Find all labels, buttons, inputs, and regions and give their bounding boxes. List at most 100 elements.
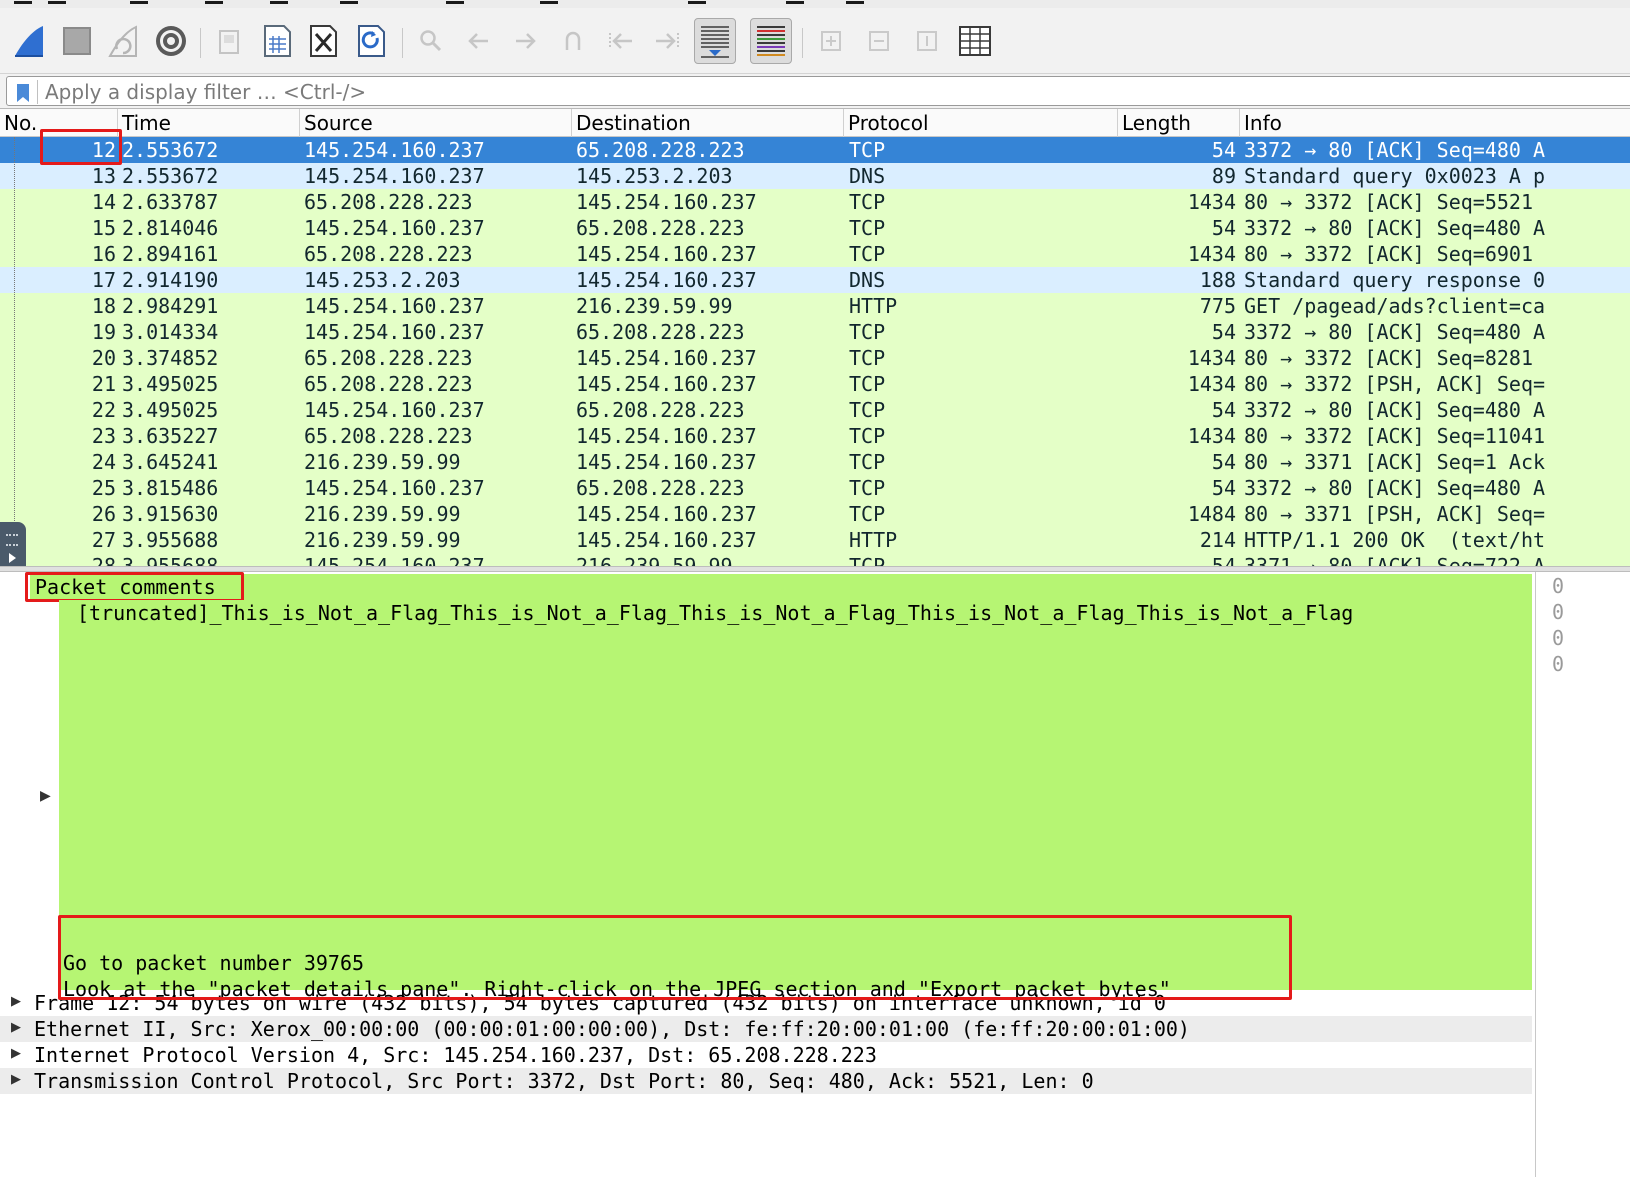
- reload-file-icon[interactable]: [350, 18, 392, 64]
- cell-info: 80 → 3372 [ACK] Seq=11041: [1244, 424, 1546, 448]
- start-capture-icon[interactable]: [8, 18, 50, 64]
- cell-info: 80 → 3372 [PSH, ACK] Seq=: [1244, 372, 1546, 396]
- cell-no: 25: [91, 476, 116, 500]
- expand-arrow-icon[interactable]: ▶: [40, 788, 51, 804]
- cell-length: 214: [1199, 528, 1236, 552]
- packet-row[interactable]: 22 3.495025 145.254.160.237 65.208.228.223 T…: [0, 397, 1630, 423]
- bookmark-icon[interactable]: [14, 82, 32, 108]
- cell-info: 80 → 3372 [ACK] Seq=5521: [1244, 190, 1533, 214]
- zoom-out-icon[interactable]: [858, 18, 900, 64]
- cell-time: 2.894161: [122, 242, 219, 266]
- cell-source: 216.239.59.99: [304, 450, 461, 474]
- packet-row[interactable]: 18 2.984291 145.254.160.237 216.239.59.99 HT…: [0, 293, 1630, 319]
- cell-protocol: TCP: [849, 424, 886, 448]
- cell-protocol: HTTP: [849, 294, 898, 318]
- cell-protocol: TCP: [849, 502, 886, 526]
- cell-protocol: TCP: [849, 476, 886, 500]
- packet-row[interactable]: 19 3.014334 145.254.160.237 65.208.228.223 T…: [0, 319, 1630, 345]
- packet-bytes-pane[interactable]: 0 0 0 0: [1535, 572, 1630, 1177]
- toolbar-separator: [200, 28, 201, 58]
- cell-time: 2.553672: [122, 138, 219, 162]
- go-to-packet-icon[interactable]: [552, 18, 594, 64]
- display-filter-input[interactable]: Apply a display filter … <Ctrl-/>: [6, 76, 1630, 106]
- packet-row[interactable]: 24 3.645241 216.239.59.99 145.254.160.237 TC…: [0, 449, 1630, 475]
- packet-row[interactable]: 17 2.914190 145.253.2.203 145.254.160.237 DN…: [0, 267, 1630, 293]
- packet-details-pane[interactable]: Packet comments ▶ [truncated]_This_is_No…: [0, 572, 1535, 1177]
- resize-columns-icon[interactable]: [954, 18, 996, 64]
- cell-time: 2.914190: [122, 268, 219, 292]
- cell-protocol: TCP: [849, 346, 886, 370]
- expand-arrow-icon[interactable]: ▶: [11, 994, 21, 1009]
- cell-info: 80 → 3372 [ACK] Seq=8281: [1244, 346, 1533, 370]
- cell-protocol: TCP: [849, 138, 886, 162]
- column-header-length[interactable]: Length: [1118, 109, 1240, 137]
- cell-time: 3.815486: [122, 476, 219, 500]
- column-header-protocol[interactable]: Protocol: [844, 109, 1118, 137]
- column-header-source[interactable]: Source: [300, 109, 572, 137]
- cell-info: 3372 → 80 [ACK] Seq=480 A: [1244, 138, 1546, 162]
- cell-info: HTTP/1.1 200 OK (text/ht: [1244, 528, 1546, 552]
- packet-row[interactable]: 26 3.915630 216.239.59.99 145.254.160.237 TC…: [0, 501, 1630, 527]
- tree-item-tcp[interactable]: ▶ Transmission Control Protocol, Src Por…: [0, 1068, 1532, 1094]
- cell-no: 17: [91, 268, 116, 292]
- packet-row[interactable]: 23 3.635227 65.208.228.223 145.254.160.237 T…: [0, 423, 1630, 449]
- tree-item-ethernet[interactable]: ▶ Ethernet II, Src: Xerox_00:00:00 (00:0…: [0, 1016, 1532, 1042]
- main-toolbar: [0, 8, 1630, 74]
- normal-size-icon[interactable]: [906, 18, 948, 64]
- packet-row[interactable]: 14 2.633787 65.208.228.223 145.254.160.237 T…: [0, 189, 1630, 215]
- cell-length: 54: [1211, 398, 1236, 422]
- cell-info: 3372 → 80 [ACK] Seq=480 A: [1244, 320, 1546, 344]
- grip-dots: [6, 534, 18, 536]
- go-last-packet-icon[interactable]: [646, 18, 688, 64]
- go-first-packet-icon[interactable]: [600, 18, 642, 64]
- open-file-icon[interactable]: [208, 18, 250, 64]
- cell-length: 1434: [1187, 424, 1236, 448]
- packet-row[interactable]: 15 2.814046 145.254.160.237 65.208.228.223 T…: [0, 215, 1630, 241]
- colorize-icon[interactable]: [750, 18, 792, 64]
- close-file-icon[interactable]: [302, 18, 344, 64]
- packet-row[interactable]: 25 3.815486 145.254.160.237 65.208.228.223 T…: [0, 475, 1630, 501]
- capture-options-icon[interactable]: [150, 18, 192, 64]
- auto-scroll-icon[interactable]: [694, 18, 736, 64]
- find-packet-icon[interactable]: [410, 18, 452, 64]
- cell-no: 20: [91, 346, 116, 370]
- packet-row[interactable]: 21 3.495025 65.208.228.223 145.254.160.237 T…: [0, 371, 1630, 397]
- cell-length: 188: [1199, 268, 1236, 292]
- column-header-time[interactable]: Time: [118, 109, 300, 137]
- cell-info: 3372 → 80 [ACK] Seq=480 A: [1244, 476, 1546, 500]
- packet-row[interactable]: 13 2.553672 145.254.160.237 145.253.2.203 DN…: [0, 163, 1630, 189]
- cell-no: 22: [91, 398, 116, 422]
- stop-capture-icon[interactable]: [56, 18, 98, 64]
- go-forward-icon[interactable]: [504, 18, 546, 64]
- cell-time: 2.553672: [122, 164, 219, 188]
- restart-capture-icon[interactable]: [102, 18, 144, 64]
- packet-row[interactable]: 12 2.553672 145.254.160.237 65.208.228.223 T…: [0, 137, 1630, 163]
- column-header-info[interactable]: Info: [1240, 109, 1630, 137]
- zoom-in-icon[interactable]: [810, 18, 852, 64]
- packet-row[interactable]: 16 2.894161 65.208.228.223 145.254.160.237 T…: [0, 241, 1630, 267]
- cell-destination: 145.253.2.203: [576, 164, 733, 188]
- go-back-icon[interactable]: [458, 18, 500, 64]
- expand-arrow-icon[interactable]: ▶: [11, 1072, 21, 1087]
- cell-destination: 145.254.160.237: [576, 502, 757, 526]
- packet-list[interactable]: No. Time Source Destination Protocol Len…: [0, 108, 1630, 570]
- packet-row[interactable]: 20 3.374852 65.208.228.223 145.254.160.237 T…: [0, 345, 1630, 371]
- hex-offset: 0: [1552, 652, 1565, 676]
- cell-no: 13: [91, 164, 116, 188]
- cell-info: 80 → 3371 [ACK] Seq=1 Ack: [1244, 450, 1546, 474]
- column-header-destination[interactable]: Destination: [572, 109, 844, 137]
- expand-arrow-icon[interactable]: ▶: [11, 1046, 21, 1061]
- packet-row[interactable]: 27 3.955688 216.239.59.99 145.254.160.237 HT…: [0, 527, 1630, 553]
- cell-length: 1434: [1187, 242, 1236, 266]
- save-file-icon[interactable]: [256, 18, 298, 64]
- menu-bar: [0, 0, 1630, 8]
- expand-arrow-icon[interactable]: ▶: [11, 1020, 21, 1035]
- tree-item-ipv4[interactable]: ▶ Internet Protocol Version 4, Src: 145.…: [0, 1042, 1532, 1068]
- toolbar-separator: [402, 28, 403, 58]
- cell-source: 145.254.160.237: [304, 216, 485, 240]
- cell-protocol: TCP: [849, 320, 886, 344]
- cell-time: 3.495025: [122, 372, 219, 396]
- cell-info: 80 → 3372 [ACK] Seq=6901: [1244, 242, 1533, 266]
- cell-time: 3.645241: [122, 450, 219, 474]
- packet-comments-row[interactable]: Packet comments: [30, 574, 1532, 600]
